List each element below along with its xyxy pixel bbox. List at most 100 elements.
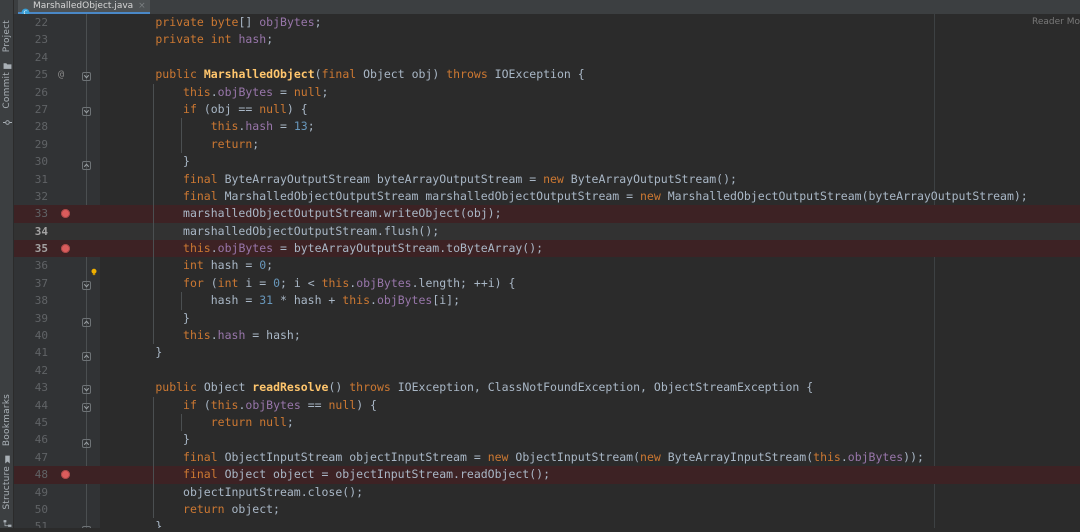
line-number: 24 bbox=[14, 49, 48, 66]
tool-window-button-project[interactable]: Project bbox=[0, 16, 14, 68]
fold-collapse-icon[interactable] bbox=[82, 156, 91, 167]
code-text: private int hash; bbox=[155, 31, 273, 48]
intention-bulb-icon[interactable] bbox=[90, 262, 98, 270]
code-line[interactable]: 46} bbox=[14, 431, 1080, 448]
line-number: 37 bbox=[14, 275, 48, 292]
code-editor[interactable]: Reader Mo 22private byte[] objBytes;23pr… bbox=[14, 14, 1080, 528]
override-marker-icon[interactable]: @ bbox=[58, 66, 64, 83]
tool-strip-bottom-group: BookmarksStructure bbox=[0, 390, 14, 526]
code-text: } bbox=[183, 153, 190, 170]
java-class-icon: C bbox=[21, 2, 30, 11]
indent-guide bbox=[153, 257, 154, 274]
indent-guide bbox=[153, 101, 154, 118]
indent-guide bbox=[153, 484, 154, 501]
breakpoint-icon[interactable] bbox=[61, 209, 70, 218]
indent-guide bbox=[153, 310, 154, 327]
code-line[interactable]: 24 bbox=[14, 49, 1080, 66]
code-line[interactable]: 33marshalledObjectOutputStream.writeObje… bbox=[14, 205, 1080, 222]
line-number: 34 bbox=[14, 223, 48, 240]
code-text: private byte[] objBytes; bbox=[155, 14, 321, 31]
code-text: } bbox=[155, 518, 162, 528]
fold-expand-icon[interactable] bbox=[82, 382, 91, 393]
indent-guide bbox=[153, 466, 154, 483]
tool-window-button-commit[interactable]: Commit bbox=[0, 68, 14, 125]
code-line[interactable]: 47final ObjectInputStream objectInputStr… bbox=[14, 449, 1080, 466]
code-text: this.objBytes = byteArrayOutputStream.to… bbox=[183, 240, 543, 257]
indent-guide bbox=[153, 153, 154, 170]
indent-guide bbox=[153, 84, 154, 101]
code-line[interactable]: 51} bbox=[14, 518, 1080, 528]
code-line[interactable]: 28this.hash = 13; bbox=[14, 118, 1080, 135]
breakpoint-icon[interactable] bbox=[61, 244, 70, 253]
code-line[interactable]: 44if (this.objBytes == null) { bbox=[14, 397, 1080, 414]
code-line[interactable]: 22 private byte[] objBytes; bbox=[14, 14, 1080, 31]
code-line[interactable]: 29return; bbox=[14, 136, 1080, 153]
code-line[interactable]: 23private int hash; bbox=[14, 31, 1080, 48]
code-text: if (obj == null) { bbox=[183, 101, 308, 118]
editor-tab-label: MarshalledObject.java bbox=[33, 2, 133, 11]
line-number: 49 bbox=[14, 484, 48, 501]
code-text: return; bbox=[211, 136, 259, 153]
tool-window-button-label: Commit bbox=[2, 72, 12, 109]
code-line[interactable]: 31final ByteArrayOutputStream byteArrayO… bbox=[14, 171, 1080, 188]
code-line[interactable]: 43public Object readResolve() throws IOE… bbox=[14, 379, 1080, 396]
code-line[interactable]: 27 if (obj == null) { bbox=[14, 101, 1080, 118]
code-line[interactable]: 26this.objBytes = null; bbox=[14, 84, 1080, 101]
indent-guide bbox=[181, 136, 182, 153]
fold-collapse-icon[interactable] bbox=[82, 434, 91, 445]
code-line[interactable]: 35 this.objBytes = byteArrayOutputStream.… bbox=[14, 240, 1080, 257]
fold-expand-icon[interactable] bbox=[82, 278, 91, 289]
indent-guide bbox=[153, 397, 154, 414]
code-text: objectInputStream.close(); bbox=[183, 484, 363, 501]
code-line[interactable]: 32final MarshalledObjectOutputStream mar… bbox=[14, 188, 1080, 205]
line-number: 40 bbox=[14, 327, 48, 344]
line-number: 35 bbox=[14, 240, 48, 257]
code-line[interactable]: 25@public MarshalledObject(final Object … bbox=[14, 66, 1080, 83]
code-line[interactable]: 49 objectInputStream.close(); bbox=[14, 484, 1080, 501]
code-lines-container[interactable]: 22 private byte[] objBytes;23private int … bbox=[14, 14, 1080, 528]
line-number: 33 bbox=[14, 205, 48, 222]
commit-icon bbox=[3, 112, 12, 121]
code-line[interactable]: 42 bbox=[14, 362, 1080, 379]
code-line[interactable]: 45return null; bbox=[14, 414, 1080, 431]
code-line[interactable]: 36int hash = 0; bbox=[14, 257, 1080, 274]
code-line[interactable]: 37 for (int i = 0; i < this.objBytes.leng… bbox=[14, 275, 1080, 292]
code-line[interactable]: 48final Object object = objectInputStrea… bbox=[14, 466, 1080, 483]
indent-guide bbox=[181, 414, 182, 431]
line-number: 43 bbox=[14, 379, 48, 396]
fold-collapse-icon[interactable] bbox=[82, 313, 91, 324]
tool-window-button-bookmarks[interactable]: Bookmarks bbox=[0, 390, 14, 462]
code-text: this.hash = hash; bbox=[183, 327, 301, 344]
code-line[interactable]: 39} bbox=[14, 310, 1080, 327]
line-number: 38 bbox=[14, 292, 48, 309]
line-number: 36 bbox=[14, 257, 48, 274]
line-number: 30 bbox=[14, 153, 48, 170]
line-number: 47 bbox=[14, 449, 48, 466]
code-line[interactable]: 40 this.hash = hash; bbox=[14, 327, 1080, 344]
breakpoint-icon[interactable] bbox=[61, 470, 70, 479]
tool-window-button-structure[interactable]: Structure bbox=[0, 462, 14, 526]
code-line[interactable]: 34marshalledObjectOutputStream.flush(); bbox=[14, 223, 1080, 240]
line-number: 22 bbox=[14, 14, 48, 31]
close-icon[interactable]: × bbox=[138, 2, 146, 11]
fold-expand-icon[interactable] bbox=[82, 104, 91, 115]
code-text: return null; bbox=[211, 414, 294, 431]
line-number: 27 bbox=[14, 101, 48, 118]
fold-expand-icon[interactable] bbox=[82, 69, 91, 80]
code-line[interactable]: 41} bbox=[14, 344, 1080, 361]
indent-guide bbox=[153, 501, 154, 518]
indent-guide bbox=[181, 118, 182, 135]
indent-guide bbox=[153, 118, 154, 135]
code-line[interactable]: 38hash = 31 * hash + this.objBytes[i]; bbox=[14, 292, 1080, 309]
line-number: 28 bbox=[14, 118, 48, 135]
code-text: public MarshalledObject(final Object obj… bbox=[155, 66, 584, 83]
fold-expand-icon[interactable] bbox=[82, 400, 91, 411]
fold-collapse-icon[interactable] bbox=[82, 347, 91, 358]
code-text: this.objBytes = null; bbox=[183, 84, 328, 101]
code-text: for (int i = 0; i < this.objBytes.length… bbox=[183, 275, 515, 292]
code-line[interactable]: 50return object; bbox=[14, 501, 1080, 518]
fold-collapse-icon[interactable] bbox=[82, 521, 91, 528]
indent-guide bbox=[153, 205, 154, 222]
editor-tab-marshalledobject[interactable]: C MarshalledObject.java × bbox=[18, 0, 150, 14]
code-line[interactable]: 30} bbox=[14, 153, 1080, 170]
